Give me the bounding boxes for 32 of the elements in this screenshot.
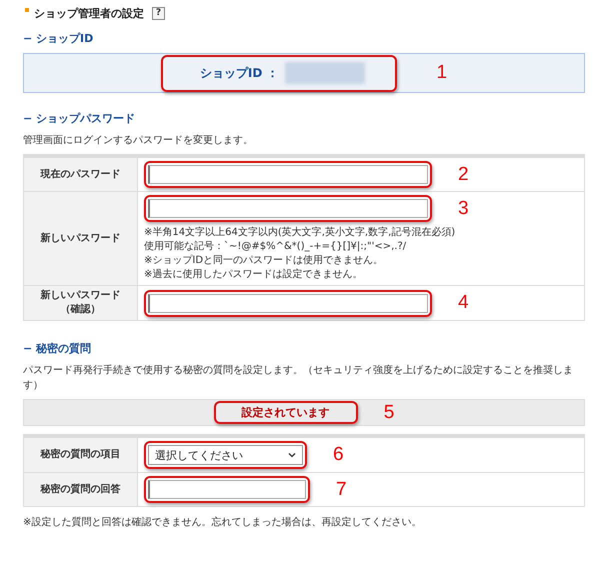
shop-id-label: ショップID ： [198,64,279,82]
callout-number: 7 [336,478,347,500]
section-heading: − 秘密の質問 [23,341,92,356]
description-text: パスワード再発行手続きで使用する秘密の質問を設定します。（セキュリティ強度を上げるために設定することを推奨します） [23,364,574,393]
callout-number: 4 [458,292,469,314]
select-field[interactable]: 選択してください [148,445,303,465]
field-label: 新しいパスワード （確認） [40,290,120,315]
description-text: 管理画面にログインするパスワードを変更します。 [23,134,254,148]
callout-number: 2 [458,164,469,186]
status-text: 設定されています [240,405,331,420]
input-field[interactable] [148,480,306,499]
input-field[interactable] [148,294,428,312]
page-title: ショップ管理者の設定 [34,6,144,21]
callout-number: 3 [458,198,469,220]
section-heading: − ショップパスワード [23,111,136,126]
note-text: ※ショップIDと同一のパスワードは使用できません。 [144,254,384,268]
callout-number: 5 [384,402,394,424]
field-label: 秘密の質問の回答 [40,484,120,494]
note-text: 使用可能な記号：`~!@#$%^&*()_-+={}[]¥|:;"'<>,.?/ [144,240,408,254]
section-heading: − ショップID [23,31,94,46]
input-field[interactable] [148,199,428,218]
note-text: ※過去に使用したパスワードは設定できません。 [144,268,364,282]
caret-icon [288,452,296,458]
help-button[interactable]: ? [152,7,165,20]
callout-number: 1 [436,62,448,84]
field-label: 新しいパスワード [40,232,120,244]
input-field[interactable] [148,165,428,184]
note-text: ※半角14文字以上64文字以内(英大文字,英小文字,数字,記号混在必須) [144,226,456,240]
footnote-text: ※設定した質問と回答は確認できません。忘れてしまった場合は、再設定してください。 [23,516,422,529]
field-label: 現在のパスワード [40,168,120,180]
field-label: 秘密の質問の項目 [40,449,120,460]
callout-number: 6 [333,444,344,466]
